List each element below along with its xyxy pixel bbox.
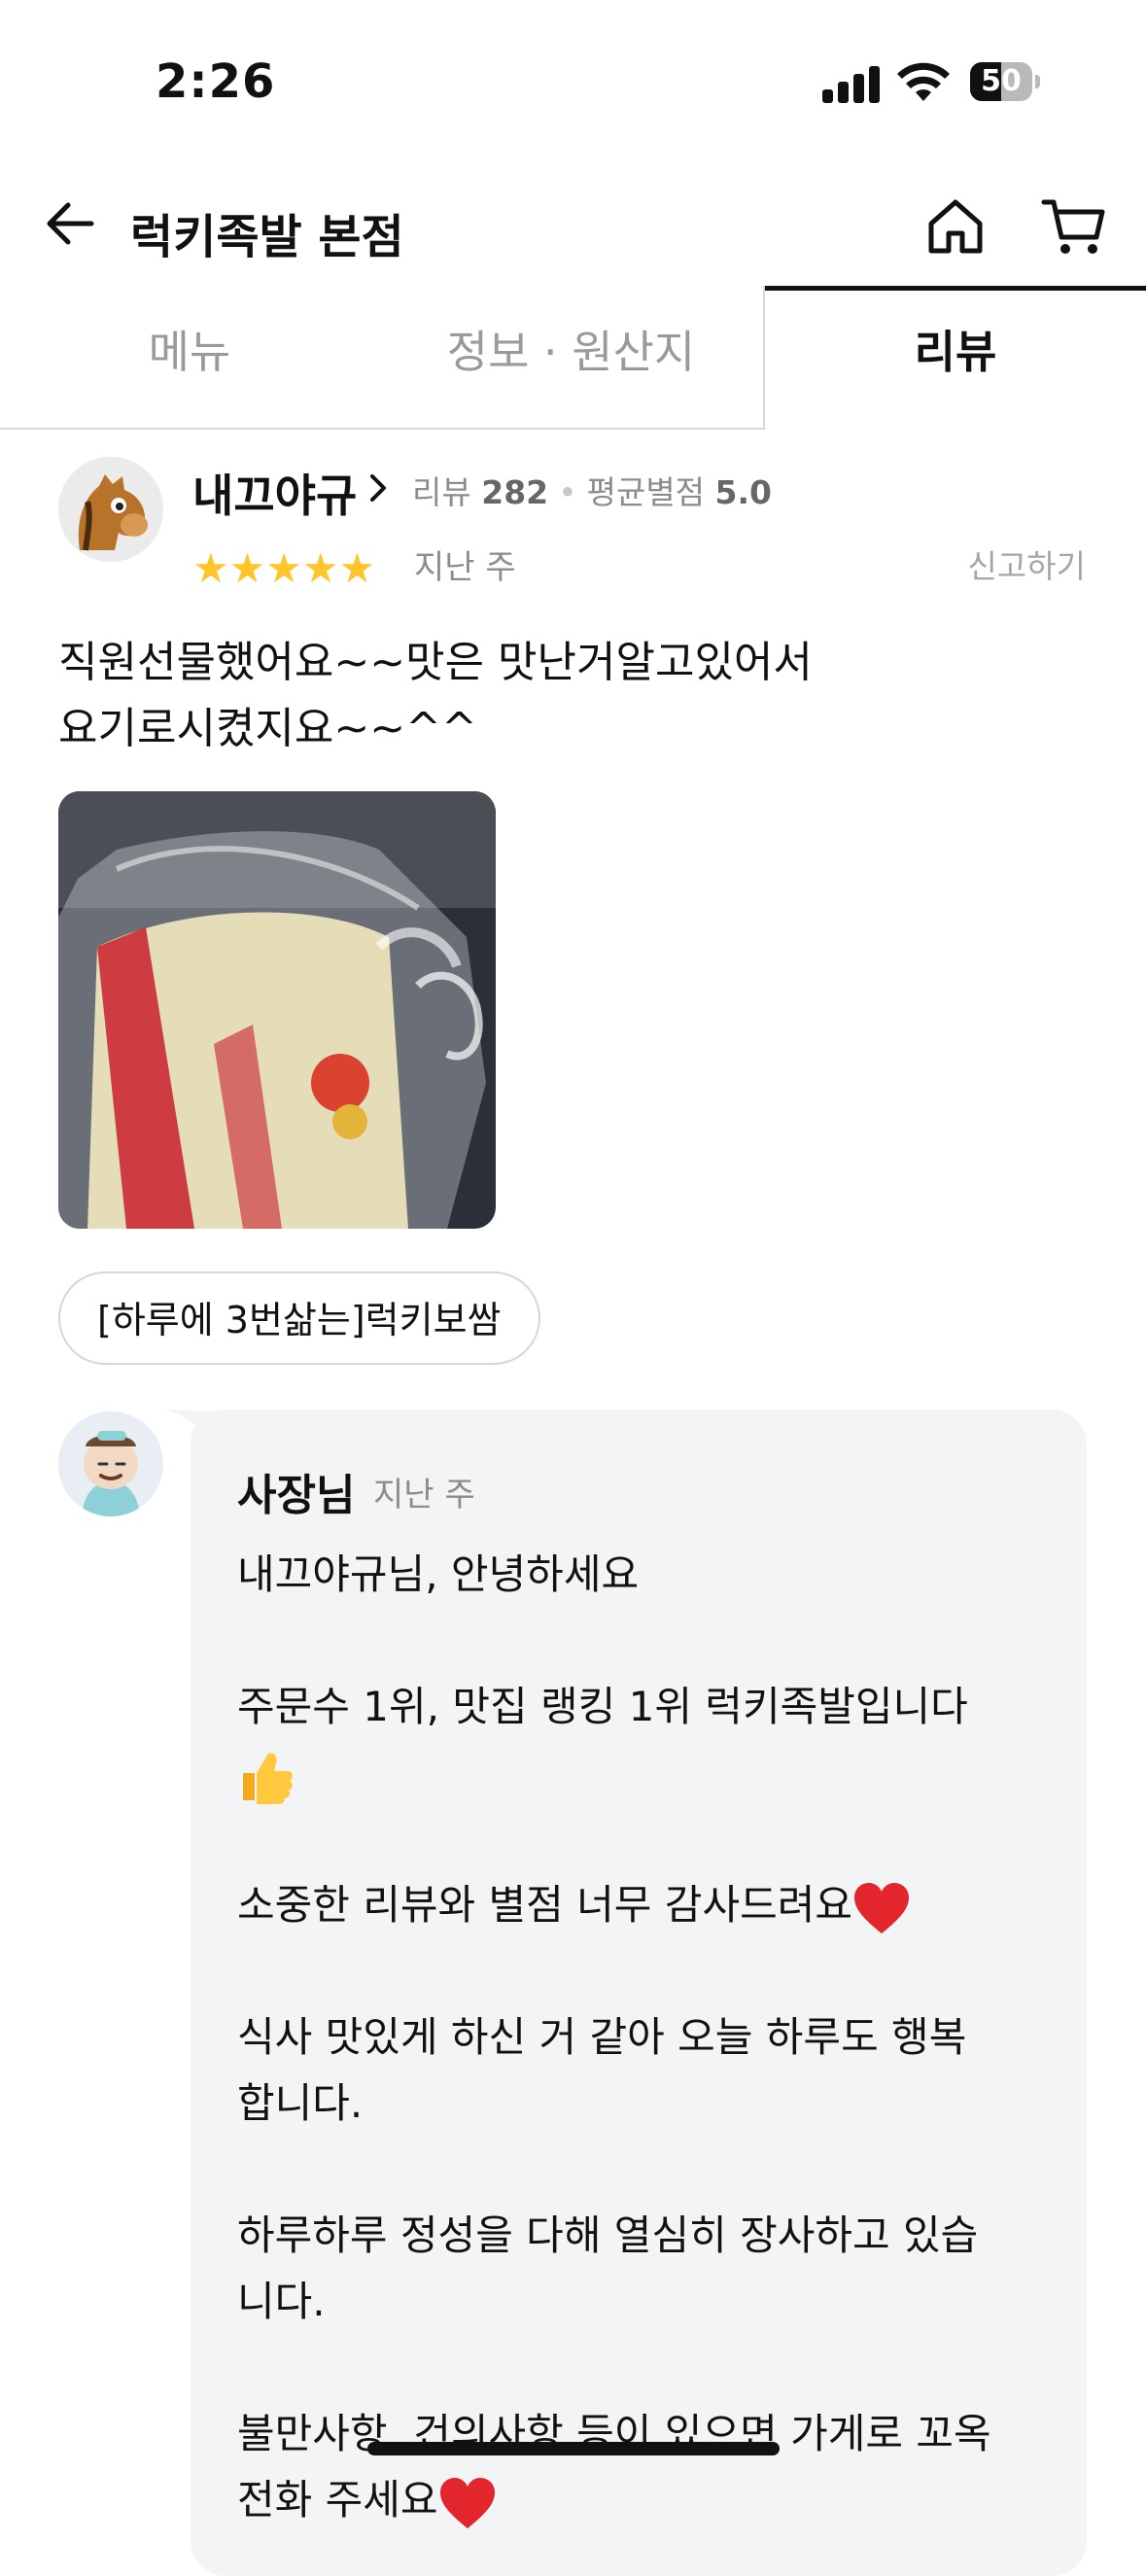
report-button[interactable]: 신고하기 [968, 540, 1086, 587]
active-tab-indicator [763, 286, 1146, 291]
tab-divider [763, 286, 765, 430]
horse-avatar-icon [58, 457, 163, 562]
tab-review[interactable]: 리뷰 [765, 288, 1146, 426]
home-icon[interactable] [923, 194, 988, 259]
review-photo-image [58, 791, 496, 1229]
cellular-signal-icon [822, 64, 881, 103]
reviewer-name[interactable]: 내끄야규 [192, 461, 357, 525]
owner-name: 사장님 [237, 1471, 356, 1520]
wifi-icon [897, 62, 950, 101]
review-text: 직원선물했어요~~맛은 맛난거알고있어서 요기로시켰지요~~^^ [58, 638, 813, 753]
tab-menu[interactable]: 메뉴 [0, 288, 379, 426]
reply-paragraph: 주문수 1위, 맛집 랭킹 1위 럭키족발입니다 [237, 1683, 968, 1730]
tab-info[interactable]: 정보 · 원산지 [379, 288, 763, 426]
chevron-right-icon[interactable] [364, 469, 393, 507]
reply-paragraph: 불만사항, 건의사항 등이 있으면 가게로 꼬옥 전화 주세요 [237, 2410, 991, 2524]
reply-paragraph: 내끄야규님, 안녕하세요 [237, 1550, 640, 1598]
thumbs-up-icon [243, 1752, 293, 1804]
tab-bar: 메뉴 정보 · 원산지 리뷰 [0, 288, 1146, 430]
review-photo[interactable] [58, 791, 496, 1229]
reply-paragraph: 하루하루 정성을 다해 열심히 장사하고 있습 니다. [237, 2211, 979, 2325]
review-date: 지난 주 [414, 548, 516, 587]
owner-avatar [58, 1411, 163, 1516]
owner-reply-date: 지난 주 [373, 1476, 475, 1514]
tab-divider [0, 428, 765, 430]
home-indicator[interactable] [367, 2442, 780, 2455]
star-rating: ★★★★★ [192, 544, 376, 592]
heart-icon [854, 1882, 910, 1933]
owner-reply-text: 내끄야규님, 안녕하세요 주문수 1위, 맛집 랭킹 1위 럭키족발입니다 소중… [237, 1542, 1054, 2533]
status-time: 2:26 [156, 54, 276, 109]
avg-rating: 5.0 [714, 473, 773, 511]
reviewer-avatar[interactable] [58, 457, 163, 562]
review-count: 282 [481, 473, 549, 511]
cart-icon[interactable] [1040, 194, 1108, 259]
menu-tag[interactable]: [하루에 3번삶는]럭키보쌈 [58, 1271, 540, 1365]
review-count-label: 리뷰 [412, 473, 471, 511]
reviewer-stats: 리뷰 282 • 평균별점 5.0 [412, 473, 773, 511]
back-arrow-icon[interactable] [41, 194, 99, 253]
battery-icon: 50 [970, 62, 1040, 103]
avg-rating-label: 평균별점 [586, 473, 706, 511]
page-title: 럭키족발 본점 [130, 210, 404, 264]
reply-paragraph: 식사 맛있게 하신 거 같아 오늘 하루도 행복 합니다. [237, 2013, 967, 2127]
heart-icon [439, 2477, 495, 2528]
battery-level: 50 [981, 64, 1022, 98]
chef-avatar-icon [58, 1411, 163, 1516]
reply-paragraph: 소중한 리뷰와 별점 너무 감사드려요 [237, 1881, 853, 1929]
